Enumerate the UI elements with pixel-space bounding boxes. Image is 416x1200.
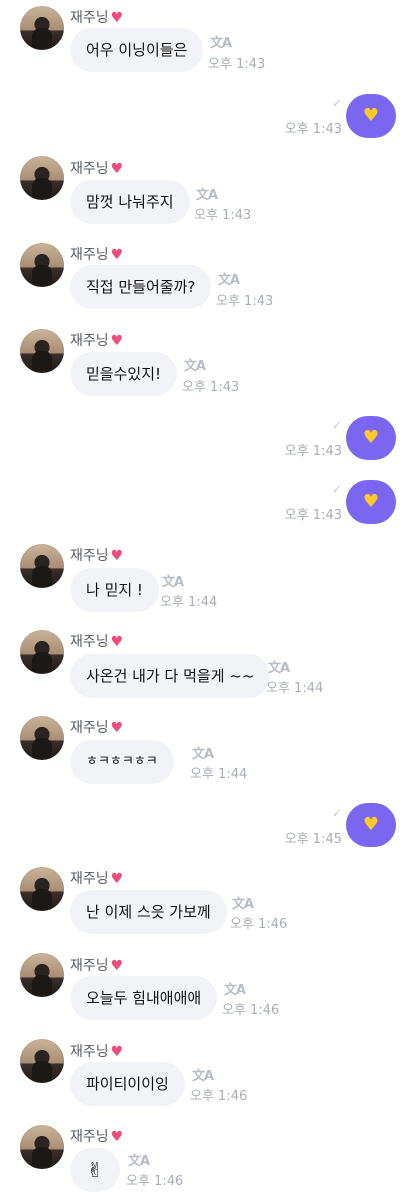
avatar[interactable]: [20, 1125, 64, 1169]
sender-name: 재주닝 ♥: [70, 720, 124, 736]
avatar[interactable]: [20, 156, 64, 200]
heart-icon: ♥: [110, 958, 124, 974]
timestamp: 오후 1:43: [284, 444, 342, 459]
timestamp: 오후 1:43: [284, 122, 342, 137]
message-bubble[interactable]: 나 믿지 !: [70, 568, 159, 612]
sticker-bubble[interactable]: ♥: [346, 416, 396, 460]
avatar[interactable]: [20, 6, 64, 50]
message-bubble[interactable]: ㅎㅋㅎㅋㅎㅋ: [70, 740, 174, 784]
timestamp: 오후 1:44: [160, 595, 218, 610]
yellow-heart-icon: ♥: [362, 105, 380, 126]
heart-icon: ♥: [110, 634, 124, 650]
sender-name: 재주닝 ♥: [70, 634, 124, 650]
avatar[interactable]: [20, 329, 64, 373]
sticker-bubble[interactable]: ♥: [346, 94, 396, 138]
sender-name: 재주닝 ♥: [70, 1129, 124, 1145]
read-check-icon: ✓: [331, 806, 342, 820]
message-bubble[interactable]: 직접 만들어줄까?: [70, 265, 212, 309]
sender-name: 재주닝 ♥: [70, 333, 124, 349]
heart-icon: ♥: [110, 720, 124, 736]
heart-icon: ♥: [110, 247, 124, 263]
message-bubble[interactable]: 파이티이이잉: [70, 1062, 185, 1106]
sticker-bubble[interactable]: ♥: [346, 480, 396, 524]
sender-name: 재주닝 ♥: [70, 10, 124, 26]
sender-name: 재주닝 ♥: [70, 1044, 124, 1060]
heart-icon: ♥: [110, 871, 124, 887]
message-bubble[interactable]: ✌: [70, 1148, 120, 1192]
message-bubble[interactable]: 믿을수있지!: [70, 352, 178, 396]
translate-icon[interactable]: 文A: [218, 269, 240, 288]
timestamp: 오후 1:43: [208, 57, 266, 72]
yellow-heart-icon: ♥: [362, 427, 380, 448]
timestamp: 오후 1:43: [194, 208, 252, 223]
avatar[interactable]: [20, 243, 64, 287]
yellow-heart-icon: ♥: [362, 491, 380, 512]
timestamp: 오후 1:46: [190, 1089, 248, 1104]
sender-name: 재주닝 ♥: [70, 958, 124, 974]
timestamp: 오후 1:44: [266, 681, 324, 696]
sender-name: 재주닝 ♥: [70, 247, 124, 263]
timestamp: 오후 1:43: [284, 508, 342, 523]
avatar[interactable]: [20, 544, 64, 588]
timestamp: 오후 1:44: [190, 767, 248, 782]
heart-icon: ♥: [110, 10, 124, 26]
message-bubble[interactable]: 사온건 내가 다 먹을게 ~~: [70, 654, 271, 698]
message-bubble[interactable]: 난 이제 스읏 가보께: [70, 890, 227, 934]
translate-icon[interactable]: 文A: [192, 1065, 214, 1084]
message-bubble[interactable]: 맘껏 나눠주지: [70, 180, 190, 224]
timestamp: 오후 1:45: [284, 832, 342, 847]
translate-icon[interactable]: 文A: [162, 571, 184, 590]
sticker-bubble[interactable]: ♥: [346, 803, 396, 847]
avatar[interactable]: [20, 867, 64, 911]
avatar[interactable]: [20, 716, 64, 760]
translate-icon[interactable]: 文A: [192, 743, 214, 762]
translate-icon[interactable]: 文A: [232, 893, 254, 912]
heart-icon: ♥: [110, 161, 124, 177]
heart-icon: ♥: [110, 1044, 124, 1060]
avatar[interactable]: [20, 630, 64, 674]
avatar[interactable]: [20, 953, 64, 997]
translate-icon[interactable]: 文A: [268, 657, 290, 676]
heart-icon: ♥: [110, 1129, 124, 1145]
timestamp: 오후 1:46: [230, 917, 288, 932]
yellow-heart-icon: ♥: [362, 814, 380, 835]
message-bubble[interactable]: 오늘두 힘내애애애: [70, 976, 218, 1020]
sender-name: 재주닝 ♥: [70, 161, 124, 177]
avatar[interactable]: [20, 1039, 64, 1083]
timestamp: 오후 1:46: [126, 1174, 184, 1189]
translate-icon[interactable]: 文A: [196, 184, 218, 203]
message-bubble[interactable]: 어우 이닝이들은: [70, 28, 204, 72]
translate-icon[interactable]: 文A: [224, 979, 246, 998]
sender-name: 재주닝 ♥: [70, 548, 124, 564]
timestamp: 오후 1:46: [222, 1003, 280, 1018]
heart-icon: ♥: [110, 548, 124, 564]
translate-icon[interactable]: 文A: [128, 1150, 150, 1169]
sender-name: 재주닝 ♥: [70, 871, 124, 887]
timestamp: 오후 1:43: [216, 294, 274, 309]
read-check-icon: ✓: [331, 418, 342, 432]
read-check-icon: ✓: [331, 482, 342, 496]
translate-icon[interactable]: 文A: [210, 32, 232, 51]
translate-icon[interactable]: 文A: [184, 355, 206, 374]
timestamp: 오후 1:43: [182, 380, 240, 395]
heart-icon: ♥: [110, 333, 124, 349]
read-check-icon: ✓: [331, 96, 342, 110]
